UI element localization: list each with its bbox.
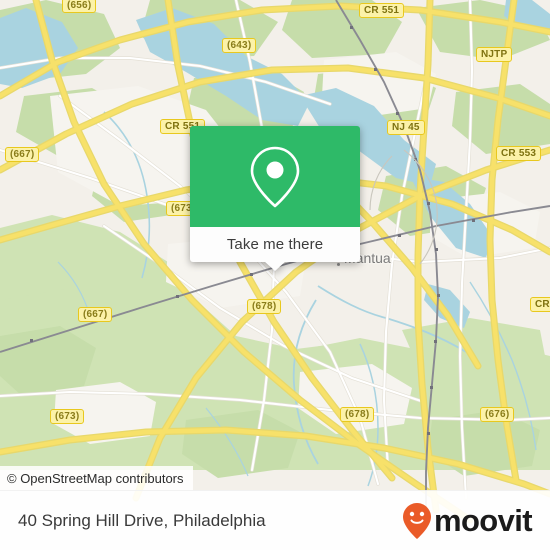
osm-attribution[interactable]: © OpenStreetMap contributors (0, 466, 193, 491)
route-shield: (673) (50, 409, 85, 424)
popup-action-bar[interactable]: Take me there (190, 227, 360, 271)
route-shield: (667) (5, 147, 40, 162)
route-shield: NJTP (476, 47, 513, 62)
osm-attribution-text: © OpenStreetMap contributors (7, 471, 184, 486)
route-shield: CR 553 (496, 146, 542, 161)
take-me-there-label: Take me there (226, 236, 324, 253)
moovit-smiley-pin-icon (402, 502, 431, 539)
moovit-logo[interactable]: moovit (402, 502, 533, 540)
route-shield: CR (530, 297, 550, 312)
route-shield: (643) (222, 38, 257, 53)
route-shield: (678) (247, 299, 282, 314)
map-popup-card[interactable]: Take me there (190, 126, 360, 271)
route-shield: CR 551 (359, 3, 405, 18)
popup-pointer (264, 261, 286, 271)
popup-header (190, 126, 360, 227)
map-screenshot: Mantua (656) CR 551 (643) NJTP CR 551 NJ… (0, 0, 550, 550)
route-shield: (676) (480, 407, 515, 422)
map-pin-icon (250, 146, 300, 207)
place-marker-dot (336, 262, 341, 267)
address-label: 40 Spring Hill Drive, Philadelphia (18, 510, 266, 530)
route-shield: (656) (62, 0, 97, 13)
route-shield: NJ 45 (387, 120, 425, 135)
route-shield: (678) (340, 407, 375, 422)
route-shield: (667) (78, 307, 113, 322)
moovit-wordmark: moovit (433, 503, 533, 538)
footer-bar: 40 Spring Hill Drive, Philadelphia moovi… (0, 490, 550, 550)
